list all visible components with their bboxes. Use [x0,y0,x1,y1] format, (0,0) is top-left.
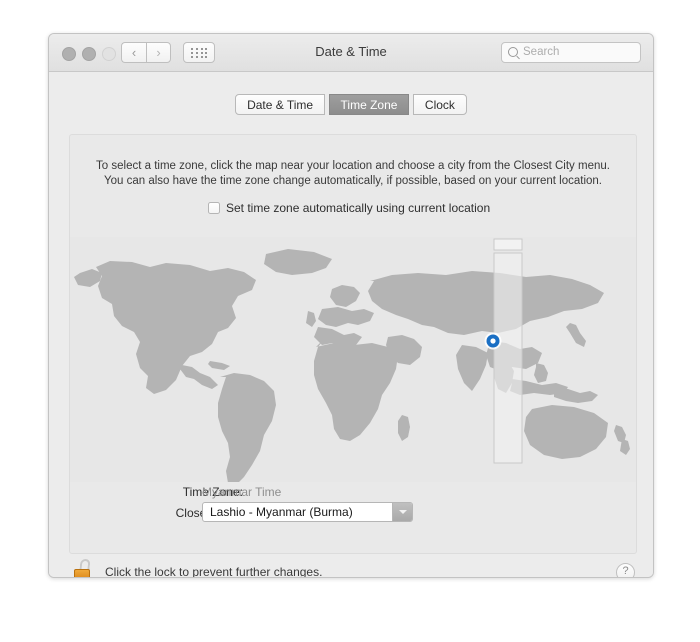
lock-hint-text: Click the lock to prevent further change… [105,565,323,578]
auto-timezone-row[interactable]: Set time zone automatically using curren… [208,201,490,215]
chevron-down-icon[interactable] [392,503,412,521]
auto-timezone-label: Set time zone automatically using curren… [226,201,491,215]
tab-bar: Date & Time Time Zone Clock [49,94,653,115]
timezone-band-notch [493,238,523,251]
time-zone-panel: To select a time zone, click the map nea… [69,134,637,554]
time-zone-value: Myanmar Time [202,485,282,499]
tab-date-time[interactable]: Date & Time [235,94,326,115]
auto-timezone-checkbox[interactable] [208,202,220,214]
tab-clock[interactable]: Clock [412,94,467,115]
search-placeholder: Search [523,46,560,58]
window-titlebar: ‹ › Date & Time Search [49,34,653,72]
search-field[interactable]: Search [501,42,641,63]
instructions-line-1: To select a time zone, click the map nea… [96,160,610,172]
window-body: Date & Time Time Zone Clock To select a … [49,72,653,577]
world-map-svg [70,237,636,482]
current-location-marker[interactable] [484,332,502,350]
preferences-window: ‹ › Date & Time Search Date & Time Time … [48,33,654,578]
instructions-line-2: You can also have the time zone change a… [104,175,602,187]
closest-city-value: Lashio - Myanmar (Burma) [210,505,353,519]
help-button[interactable]: ? [616,563,635,577]
timezone-band [493,252,523,464]
instructions-text: To select a time zone, click the map nea… [70,159,636,189]
lock-button[interactable] [71,559,97,577]
search-icon [508,47,518,57]
world-map[interactable] [70,237,636,482]
closest-city-select[interactable]: Lashio - Myanmar (Burma) [202,502,413,522]
window-footer: Click the lock to prevent further change… [49,559,653,578]
tab-time-zone[interactable]: Time Zone [328,94,410,115]
